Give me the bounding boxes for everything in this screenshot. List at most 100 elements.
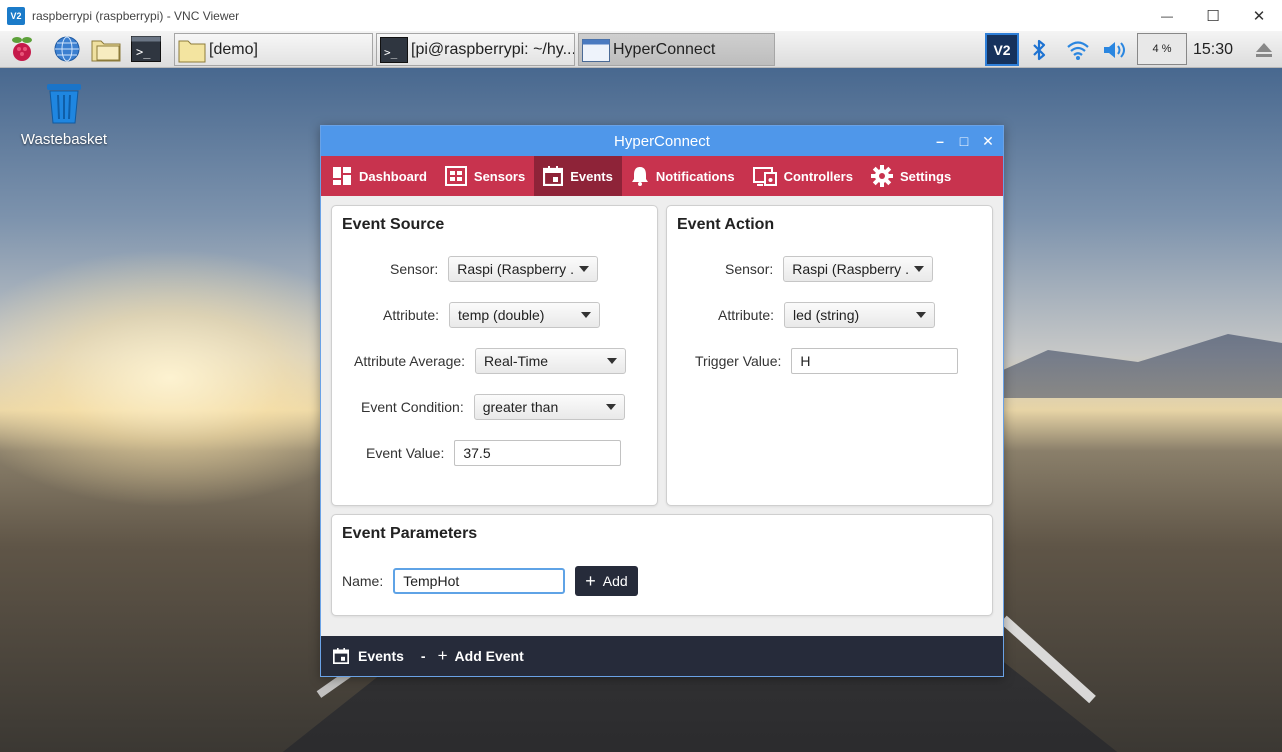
event-value-input[interactable]: 37.5	[454, 440, 622, 466]
close-icon: ✕	[1252, 7, 1266, 25]
raspberry-menu-icon[interactable]	[7, 34, 37, 64]
vnc-minimize-button[interactable]: —	[1144, 0, 1190, 31]
tab-label: Settings	[899, 168, 952, 184]
event-source-title: Event Source	[342, 216, 445, 233]
source-value-row: Event Value: 37.5	[366, 440, 622, 466]
add-button-label: Add	[602, 573, 628, 589]
source-average-select[interactable]: Real-Time	[475, 348, 627, 374]
calendar-icon	[333, 648, 349, 664]
trigger-value-input[interactable]: H	[791, 348, 959, 374]
tab-sensors[interactable]: Sensors	[436, 156, 534, 196]
vnc-tray-label: V2	[985, 33, 1019, 66]
source-average-row: Attribute Average: Real-Time	[354, 348, 627, 374]
maximize-icon: ☐	[1206, 7, 1220, 25]
wifi-icon[interactable]	[1063, 31, 1093, 68]
event-name-row: Name: TempHot + Add	[342, 566, 638, 596]
vnc-maximize-button[interactable]: ☐	[1190, 0, 1236, 31]
task-file-manager[interactable]: [demo]	[174, 33, 373, 66]
close-icon: ✕	[982, 132, 994, 149]
source-sensor-value: Raspi (Raspberry ...	[457, 261, 574, 277]
tab-label: Events	[570, 168, 613, 184]
clock[interactable]: 15:30	[1193, 31, 1233, 68]
breadcrumb-bar: Events - + Add Event	[321, 636, 1003, 676]
action-sensor-row: Sensor: Raspi (Raspberry ...	[725, 256, 934, 282]
tab-label: Dashboard	[359, 168, 427, 184]
tab-settings[interactable]: Settings	[862, 156, 960, 196]
tab-dashboard[interactable]: Dashboard	[323, 156, 436, 196]
action-sensor-label: Sensor:	[725, 261, 774, 277]
action-attribute-row: Attribute: led (string)	[718, 302, 936, 328]
source-sensor-row: Sensor: Raspi (Raspberry ...	[390, 256, 599, 282]
app-close-button[interactable]: ✕	[977, 126, 999, 156]
event-parameters-panel: Event Parameters Name: TempHot + Add	[331, 514, 993, 616]
vnc-close-button[interactable]: ✕	[1236, 0, 1282, 31]
action-trigger-label: Trigger Value:	[695, 353, 782, 369]
wastebasket-desktop-icon[interactable]: Wastebasket	[18, 82, 110, 148]
vnc-title-bar: V2 raspberrypi (raspberrypi) - VNC Viewe…	[0, 0, 1282, 31]
vnc-logo-icon: V2	[7, 6, 25, 25]
task-label: HyperConnect	[613, 40, 716, 58]
terminal-icon[interactable]: >_	[131, 34, 161, 64]
source-value-label: Event Value:	[366, 445, 445, 461]
action-sensor-value: Raspi (Raspberry ...	[792, 261, 909, 277]
chevron-down-icon	[579, 266, 590, 272]
volume-icon[interactable]	[1100, 31, 1130, 68]
add-button[interactable]: + Add	[575, 566, 638, 596]
action-attribute-value: led (string)	[793, 307, 860, 323]
controllers-icon	[752, 167, 777, 186]
action-attribute-label: Attribute:	[718, 307, 775, 323]
tab-events[interactable]: Events	[534, 156, 622, 196]
task-label: [demo]	[209, 40, 258, 58]
calendar-icon	[543, 166, 564, 186]
bell-icon	[631, 167, 648, 186]
tab-label: Notifications	[655, 168, 735, 184]
gear-icon	[870, 165, 893, 187]
tab-controllers[interactable]: Controllers	[744, 156, 862, 196]
window-icon	[582, 38, 610, 62]
eject-icon[interactable]	[1250, 31, 1278, 68]
source-sensor-select[interactable]: Raspi (Raspberry ...	[448, 256, 599, 282]
source-condition-value: greater than	[482, 399, 559, 415]
source-condition-select[interactable]: greater than	[473, 394, 625, 420]
app-minimize-button[interactable]: –	[929, 126, 951, 156]
tab-notifications[interactable]: Notifications	[622, 156, 744, 196]
sensors-icon	[444, 166, 467, 186]
bluetooth-icon[interactable]	[1025, 31, 1053, 68]
chevron-down-icon	[916, 312, 927, 318]
wastebasket-label: Wastebasket	[20, 131, 108, 148]
source-attribute-row: Attribute: temp (double)	[383, 302, 601, 328]
svg-text:>_: >_	[384, 46, 398, 59]
source-attribute-label: Attribute:	[383, 307, 440, 323]
file-manager-icon[interactable]	[91, 34, 121, 64]
action-trigger-row: Trigger Value: H	[695, 348, 959, 374]
source-attribute-value: temp (double)	[458, 307, 545, 323]
web-browser-icon[interactable]	[52, 34, 82, 64]
chevron-down-icon	[607, 358, 618, 364]
source-condition-label: Event Condition:	[361, 399, 464, 415]
source-attribute-select[interactable]: temp (double)	[449, 302, 601, 328]
breadcrumb-separator: -	[420, 648, 426, 664]
action-attribute-select[interactable]: led (string)	[784, 302, 936, 328]
action-sensor-select[interactable]: Raspi (Raspberry ...	[783, 256, 934, 282]
cpu-usage: 4 %	[1152, 43, 1172, 55]
folder-icon	[178, 40, 206, 62]
cpu-monitor: 4 %	[1137, 33, 1187, 65]
dashboard-icon	[333, 167, 351, 185]
task-hyperconnect[interactable]: HyperConnect	[578, 33, 775, 66]
event-name-input[interactable]: TempHot	[393, 568, 566, 594]
source-condition-row: Event Condition: greater than	[361, 394, 625, 420]
main-tab-bar: Dashboard Sensors Events Notifications C…	[321, 156, 1003, 196]
plus-icon: +	[437, 646, 448, 665]
terminal-icon: >_	[380, 36, 408, 63]
plus-icon: +	[585, 571, 596, 591]
event-name-label: Name:	[342, 573, 384, 589]
wastebasket-icon	[47, 84, 81, 124]
task-terminal[interactable]: >_ [pi@raspberrypi: ~/hy...	[376, 33, 575, 66]
chevron-down-icon	[581, 312, 592, 318]
vnc-tray-icon[interactable]: V2	[984, 31, 1020, 68]
hyperconnect-window: HyperConnect – □ ✕ Dashboard Sensors Eve…	[320, 125, 1004, 677]
chevron-down-icon	[605, 404, 616, 410]
app-title: HyperConnect	[614, 132, 710, 150]
breadcrumb-events[interactable]: Events	[358, 648, 404, 664]
app-maximize-button[interactable]: □	[953, 126, 975, 156]
